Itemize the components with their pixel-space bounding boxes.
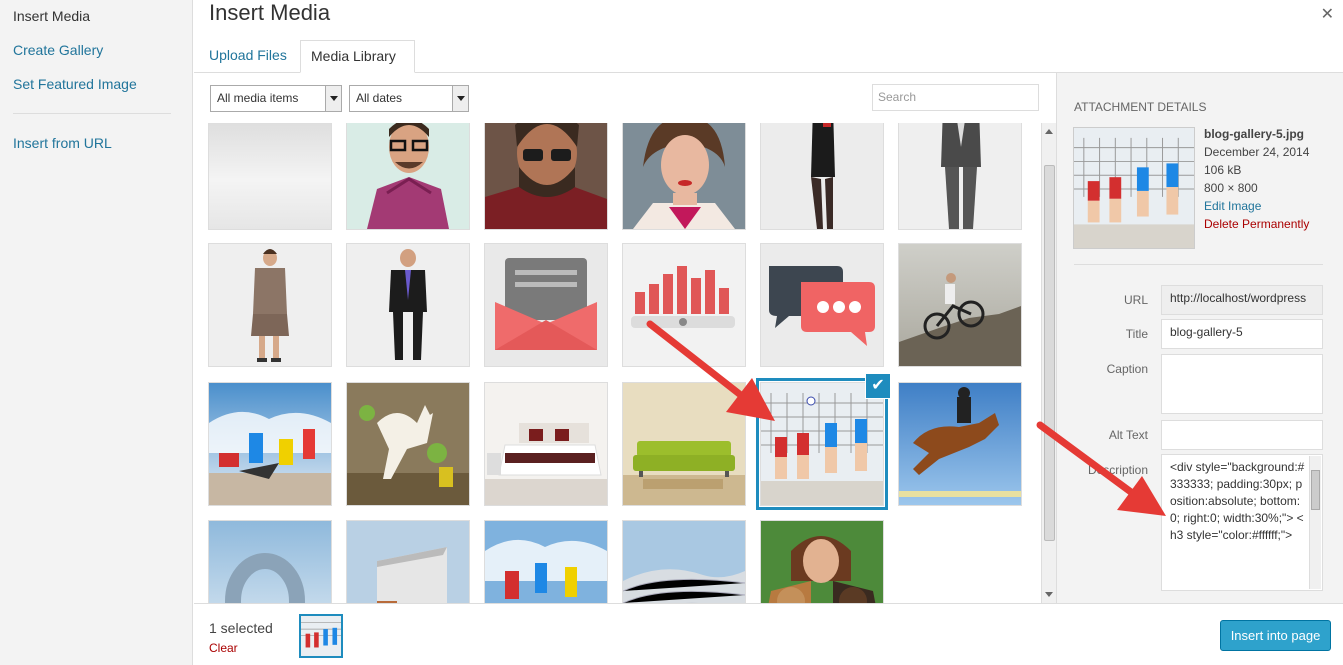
- selection-count: 1 selected: [209, 620, 273, 636]
- alt-text-field[interactable]: [1161, 420, 1323, 450]
- tab-media-library[interactable]: Media Library: [300, 40, 415, 73]
- modal-title: Insert Media: [209, 0, 331, 25]
- media-item-man-grey-suit[interactable]: [899, 123, 1021, 229]
- description-scrollbar-thumb[interactable]: [1311, 470, 1320, 510]
- attachment-dimensions: 800 × 800: [1204, 181, 1258, 195]
- media-item-bedroom[interactable]: [485, 383, 607, 505]
- menu-item-insert-from-url[interactable]: Insert from URL: [13, 135, 112, 151]
- description-field[interactable]: <div style="background:#333333; padding:…: [1161, 454, 1323, 591]
- media-item-businesswoman[interactable]: [209, 244, 331, 366]
- media-item-volleyball[interactable]: [756, 378, 888, 510]
- grid-scrollbar[interactable]: [1041, 123, 1056, 603]
- attachment-thumbnail: [1074, 128, 1194, 248]
- close-icon[interactable]: ✕: [1321, 4, 1334, 24]
- caption-field[interactable]: [1161, 354, 1323, 414]
- media-toolbar: 1 selected Clear Insert into page: [194, 603, 1343, 665]
- media-type-filter[interactable]: All media items: [210, 85, 342, 112]
- chevron-down-icon: [325, 86, 341, 111]
- date-filter[interactable]: All dates: [349, 85, 469, 112]
- media-type-filter-value: All media items: [217, 91, 299, 105]
- insert-into-page-button[interactable]: Insert into page: [1220, 620, 1331, 651]
- chevron-down-icon: [452, 86, 468, 111]
- media-item-bar-chart[interactable]: [623, 244, 745, 366]
- title-field[interactable]: blog-gallery-5: [1161, 319, 1323, 349]
- media-modal: Insert Media Create Gallery Set Featured…: [0, 0, 1343, 665]
- attachment-details-heading: Attachment Details: [1074, 100, 1207, 114]
- media-item-ring-building[interactable]: [209, 521, 331, 603]
- menu-item-set-featured-image[interactable]: Set Featured Image: [13, 76, 137, 92]
- scroll-up-icon[interactable]: [1045, 125, 1053, 134]
- url-field[interactable]: http://localhost/wordpress: [1161, 285, 1323, 315]
- description-value: <div style="background:#333333; padding:…: [1170, 460, 1305, 542]
- media-item-woman-portrait[interactable]: [623, 123, 745, 229]
- media-item-breakdancers[interactable]: [209, 383, 331, 505]
- search-input[interactable]: Search: [872, 84, 1039, 111]
- menu-item-insert-media[interactable]: Insert Media: [13, 8, 90, 24]
- edit-image-link[interactable]: Edit Image: [1204, 199, 1261, 213]
- media-item-modern-building[interactable]: [347, 521, 469, 603]
- selected-check-icon[interactable]: ✔: [866, 374, 890, 398]
- description-scrollbar[interactable]: [1309, 456, 1321, 589]
- media-item-man-bicycle[interactable]: [899, 244, 1021, 366]
- menu-separator: [13, 113, 171, 114]
- media-item-horse-jumping[interactable]: [899, 383, 1021, 505]
- media-item-man-glasses[interactable]: [347, 123, 469, 229]
- grid-scrollbar-thumb[interactable]: [1044, 165, 1055, 541]
- media-item-horse-surreal[interactable]: [347, 383, 469, 505]
- media-item-wave-building[interactable]: [623, 521, 745, 603]
- media-item-man-sunglasses[interactable]: [485, 123, 607, 229]
- title-label: Title: [1125, 327, 1148, 341]
- attachment-size: 106 kB: [1204, 163, 1242, 177]
- attachment-filename: blog-gallery-5.jpg: [1204, 127, 1305, 141]
- url-label: URL: [1123, 293, 1148, 307]
- attachment-date: December 24, 2014: [1204, 145, 1310, 159]
- media-menu: Insert Media Create Gallery Set Featured…: [0, 0, 193, 665]
- media-item-blank[interactable]: [209, 123, 331, 229]
- media-item-breakdancers-2[interactable]: [485, 521, 607, 603]
- delete-permanently-link[interactable]: Delete Permanently: [1204, 217, 1309, 231]
- attachment-details-panel: Attachment Details blog-gallery-5.jpg De…: [1056, 73, 1343, 603]
- media-item-green-sofa[interactable]: [623, 383, 745, 505]
- media-grid: [194, 123, 1041, 603]
- media-item-businessman[interactable]: [347, 244, 469, 366]
- media-item-envelope[interactable]: [485, 244, 607, 366]
- alt-text-label: Alt Text: [1108, 428, 1148, 442]
- media-item-chat-bubbles[interactable]: [761, 244, 883, 366]
- clear-selection-link[interactable]: Clear: [209, 641, 238, 655]
- description-label: Description: [1087, 463, 1148, 477]
- caption-label: Caption: [1106, 362, 1148, 376]
- selected-thumbnail[interactable]: [299, 614, 343, 658]
- menu-item-create-gallery[interactable]: Create Gallery: [13, 42, 103, 58]
- tab-upload-files[interactable]: Upload Files: [199, 40, 297, 73]
- details-separator: [1074, 264, 1323, 265]
- scroll-down-icon[interactable]: [1045, 592, 1053, 601]
- media-item-woman-black-dress[interactable]: [761, 123, 883, 229]
- date-filter-value: All dates: [356, 91, 403, 105]
- media-item-woman-with-dogs[interactable]: [761, 521, 883, 603]
